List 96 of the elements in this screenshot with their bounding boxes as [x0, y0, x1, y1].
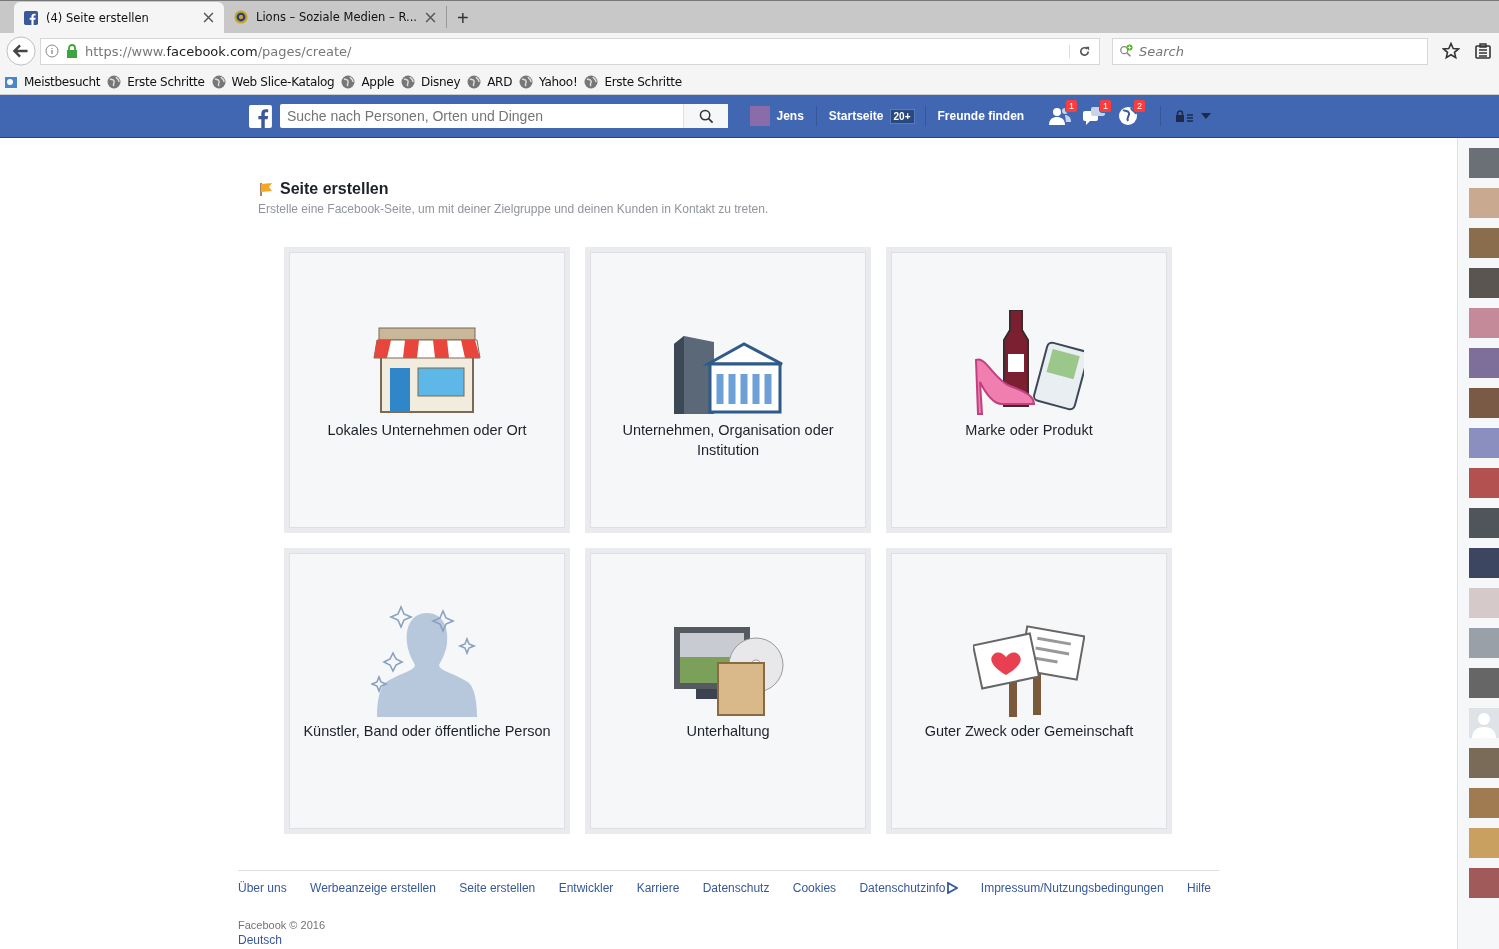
- contact-photo-placeholder[interactable]: [1469, 228, 1499, 258]
- info-icon: [45, 44, 59, 58]
- find-friends-link[interactable]: Freunde finden: [935, 109, 1027, 123]
- facebook-logo-icon: [24, 10, 38, 25]
- notification-badge: 1: [1065, 99, 1079, 113]
- contact-photo-placeholder[interactable]: [1469, 668, 1499, 698]
- globe-icon: [107, 74, 122, 89]
- category-card[interactable]: Unterhaltung: [585, 548, 871, 834]
- page-subtitle: Erstelle eine Facebook-Seite, um mit deiner Zielgruppe und deinen Kunden in Kontakt zu treten.: [257, 202, 770, 216]
- bookmark-item[interactable]: Yahoo!: [519, 74, 578, 89]
- reading-list-icon[interactable]: [1474, 42, 1492, 60]
- profile-link[interactable]: Jens: [748, 106, 806, 126]
- contact-photo-placeholder[interactable]: [1469, 268, 1499, 298]
- category-label: Marke oder Produkt: [964, 421, 1094, 440]
- notification-badge: 2: [1133, 99, 1147, 113]
- emblem-icon: [234, 10, 248, 24]
- lock-icon: [65, 44, 79, 58]
- contact-photo-placeholder[interactable]: [1469, 428, 1499, 458]
- globe-icon: [519, 74, 534, 89]
- contact-photo-placeholder[interactable]: [1469, 308, 1499, 338]
- contact-photo-placeholder[interactable]: [1469, 388, 1499, 418]
- search-icon: [698, 108, 714, 124]
- footer-link[interactable]: Karriere: [636, 881, 680, 895]
- privacy-lock-icon[interactable]: [1175, 110, 1196, 122]
- bookmark-item[interactable]: Erste Schritte: [107, 74, 205, 89]
- tab-title: Lions – Soziale Medien – R...: [256, 10, 417, 24]
- contact-photo-placeholder[interactable]: [1469, 628, 1499, 658]
- default-avatar-icon[interactable]: [1469, 708, 1499, 738]
- footer-link[interactable]: Seite erstellen: [459, 881, 536, 895]
- category-card[interactable]: Lokales Unternehmen oder Ort: [284, 247, 570, 533]
- language-link[interactable]: Deutsch: [238, 933, 1219, 947]
- globe-icon: [584, 74, 599, 89]
- contact-photo-placeholder[interactable]: [1469, 748, 1499, 778]
- contact-photo-placeholder[interactable]: [1469, 868, 1499, 898]
- bookmark-item[interactable]: Web Slice-Katalog: [211, 74, 335, 89]
- copyright-text: Facebook © 2016: [238, 919, 326, 931]
- category-card[interactable]: Guter Zweck oder Gemeinschaft: [886, 548, 1172, 834]
- new-tab-button[interactable]: +: [447, 7, 479, 33]
- category-label: Guter Zweck oder Gemeinschaft: [923, 722, 1135, 741]
- bookmark-item[interactable]: ARD: [467, 74, 513, 89]
- bookmark-item[interactable]: Meistbesucht: [4, 74, 101, 89]
- count-badge: 20+: [889, 108, 915, 124]
- footer-link[interactable]: Impressum/Nutzungsbedingungen: [980, 881, 1164, 895]
- footer-link[interactable]: Cookies: [792, 881, 837, 895]
- facebook-logo-icon[interactable]: [249, 104, 272, 128]
- address-bar[interactable]: https://www.facebook.com/pages/create/: [40, 37, 1100, 65]
- bookmark-star-icon[interactable]: [1442, 42, 1460, 60]
- footer-link[interactable]: Datenschutzinfo: [859, 881, 958, 895]
- search-field[interactable]: Suche nach Personen, Orten und Dingen: [279, 104, 684, 128]
- browser-tab[interactable]: (4) Seite erstellen: [14, 2, 224, 33]
- footer-link[interactable]: Über uns: [238, 881, 287, 895]
- bookmark-item[interactable]: Apple: [341, 74, 395, 89]
- category-label: Unternehmen, Organisation oder Institution: [621, 421, 835, 460]
- page-title: Seite erstellen: [280, 180, 389, 198]
- search-icon: [1119, 43, 1133, 58]
- close-icon[interactable]: [425, 11, 436, 23]
- category-label: Künstler, Band oder öffentliche Person: [302, 722, 552, 741]
- category-label: Lokales Unternehmen oder Ort: [326, 421, 528, 440]
- footer-link[interactable]: Datenschutz: [702, 881, 770, 895]
- tab-title: (4) Seite erstellen: [46, 10, 150, 25]
- contact-photo-placeholder[interactable]: [1469, 348, 1499, 378]
- contact-photo-placeholder[interactable]: [1469, 188, 1499, 218]
- globe-icon: [341, 74, 356, 89]
- bookmark-item[interactable]: Erste Schritte: [584, 74, 682, 89]
- contact-photo-placeholder[interactable]: [1469, 508, 1499, 538]
- search-button[interactable]: [683, 104, 729, 128]
- close-icon[interactable]: [203, 12, 214, 23]
- notification-badge: 1: [1099, 99, 1113, 113]
- category-card[interactable]: Unternehmen, Organisation oder Institution: [585, 247, 871, 533]
- footer-link[interactable]: Hilfe: [1187, 881, 1211, 895]
- url-text: https://www.facebook.com/pages/create/: [85, 43, 353, 59]
- search-field[interactable]: Search: [1112, 37, 1428, 65]
- play-triangle-icon: [945, 882, 958, 894]
- contact-photo-placeholder[interactable]: [1469, 148, 1499, 178]
- globe-icon: [211, 74, 226, 89]
- globe-icon: [401, 74, 416, 89]
- flag-icon: [258, 182, 274, 196]
- folder-icon: [4, 74, 18, 89]
- contact-photo-placeholder[interactable]: [1469, 468, 1499, 498]
- avatar-placeholder: [750, 106, 771, 126]
- bookmark-item[interactable]: Disney: [401, 74, 461, 89]
- footer-link[interactable]: Werbeanzeige erstellen: [310, 881, 436, 895]
- contact-photo-placeholder[interactable]: [1469, 828, 1499, 858]
- contact-photo-placeholder[interactable]: [1469, 548, 1499, 578]
- home-link[interactable]: Startseite: [826, 109, 886, 123]
- reload-icon[interactable]: [1069, 44, 1091, 58]
- category-card[interactable]: Marke oder Produkt: [886, 247, 1172, 533]
- category-label: Unterhaltung: [685, 722, 771, 741]
- browser-tab[interactable]: Lions – Soziale Medien – R...: [224, 6, 447, 28]
- contact-photo-placeholder[interactable]: [1469, 588, 1499, 618]
- category-card[interactable]: Künstler, Band oder öffentliche Person: [284, 548, 570, 834]
- globe-icon: [467, 74, 482, 89]
- caret-icon[interactable]: [1201, 113, 1211, 119]
- contact-photo-placeholder[interactable]: [1469, 788, 1499, 818]
- back-button[interactable]: [6, 36, 36, 66]
- footer-link[interactable]: Entwickler: [558, 881, 614, 895]
